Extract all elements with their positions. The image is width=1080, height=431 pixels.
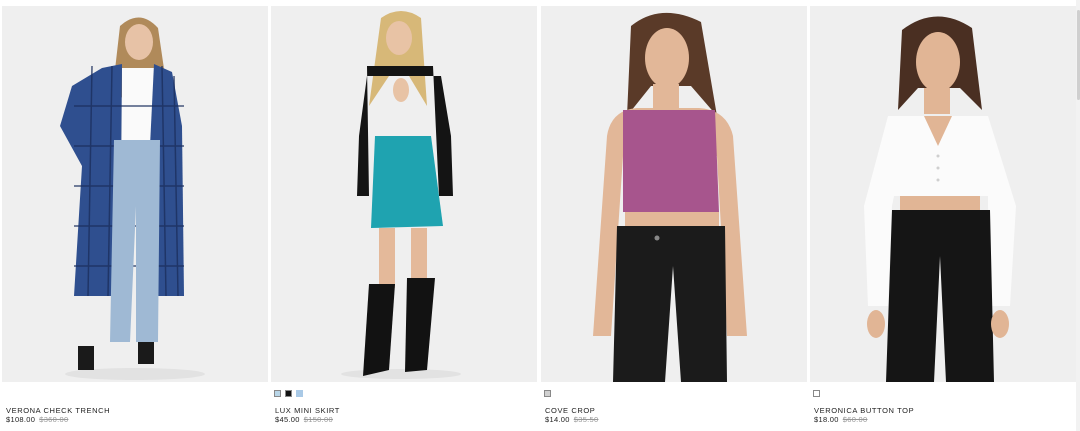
product-name[interactable]: LUX MINI SKIRT [275, 406, 340, 415]
sale-price: $108.00 [6, 415, 36, 424]
product-card[interactable]: LUX MINI SKIRT $45.00 $150.00 [271, 0, 537, 431]
swatch-white[interactable] [813, 390, 820, 397]
swatch-light-blue[interactable] [274, 390, 281, 397]
model-photo-button-top [810, 6, 1076, 382]
model-photo-crop [541, 6, 807, 382]
product-name[interactable]: VERONA CHECK TRENCH [6, 406, 110, 415]
product-image[interactable] [810, 6, 1076, 382]
product-image[interactable] [271, 6, 537, 382]
page-scrollbar[interactable] [1076, 0, 1080, 431]
product-card[interactable]: VERONICA BUTTON TOP $18.00 $60.00 [810, 0, 1076, 431]
sale-price: $45.00 [275, 415, 300, 424]
product-price: $45.00 $150.00 [275, 415, 333, 424]
product-price: $14.00 $35.50 [545, 415, 599, 424]
product-card[interactable]: VERONA CHECK TRENCH $108.00 $360.00 [2, 0, 268, 431]
product-card[interactable]: COVE CROP $14.00 $35.50 [541, 0, 807, 431]
original-price: $35.50 [573, 415, 599, 424]
product-name[interactable]: VERONICA BUTTON TOP [814, 406, 914, 415]
model-photo-trench [2, 6, 268, 382]
color-swatches [544, 390, 551, 398]
swatch-grey[interactable] [544, 390, 551, 397]
original-price: $60.00 [842, 415, 868, 424]
product-price: $108.00 $360.00 [6, 415, 68, 424]
swatch-sky-blue[interactable] [296, 390, 303, 397]
product-price: $18.00 $60.00 [814, 415, 868, 424]
product-image[interactable] [541, 6, 807, 382]
sale-price: $18.00 [814, 415, 839, 424]
swatch-black[interactable] [285, 390, 292, 397]
sale-price: $14.00 [545, 415, 570, 424]
color-swatches [813, 390, 820, 398]
product-name[interactable]: COVE CROP [545, 406, 595, 415]
product-grid: VERONA CHECK TRENCH $108.00 $360.00 LUX … [0, 0, 1080, 431]
model-photo-skirt [271, 6, 537, 382]
original-price: $360.00 [39, 415, 69, 424]
product-image[interactable] [2, 6, 268, 382]
original-price: $150.00 [303, 415, 333, 424]
color-swatches [274, 390, 303, 398]
